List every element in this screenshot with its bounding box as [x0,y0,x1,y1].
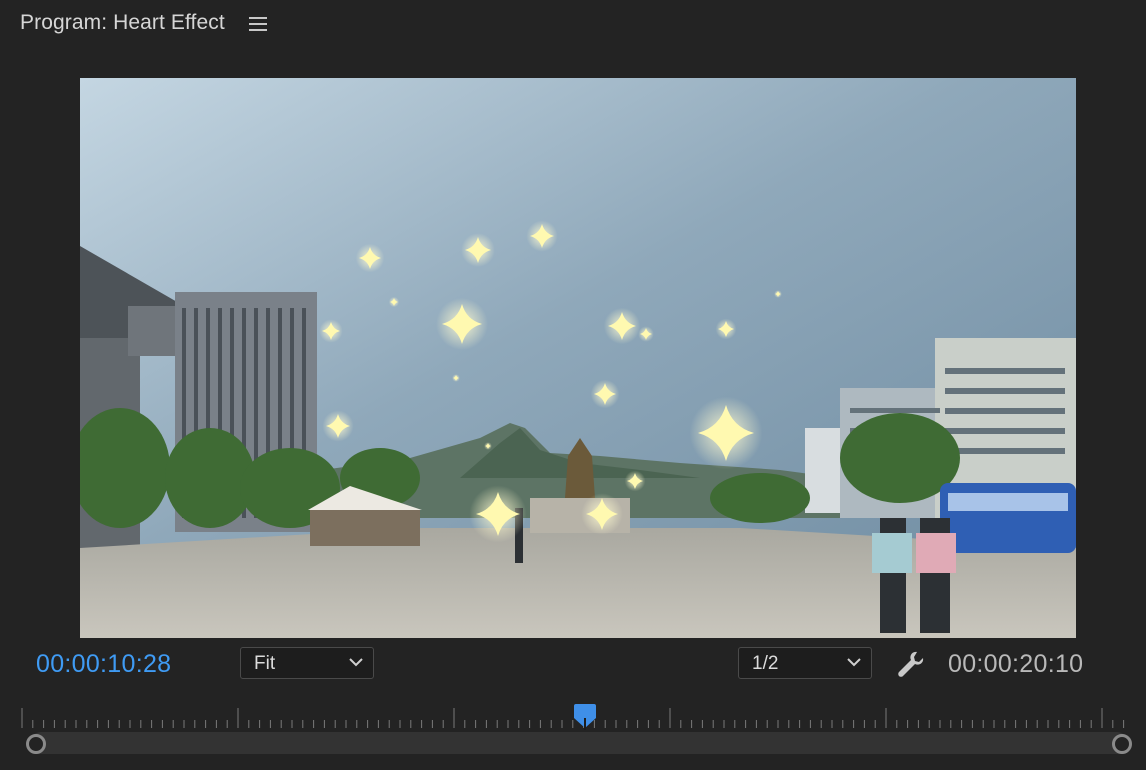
zoom-level-select[interactable]: Fit [240,647,374,679]
scrollbar-left-handle[interactable] [26,734,46,754]
wrench-icon[interactable] [895,649,925,679]
chevron-down-icon [847,658,861,667]
sparkle-icon [355,243,385,273]
playback-resolution-value: 1/2 [752,653,779,674]
sparkle-icon [638,326,654,342]
sparkle-icon [452,374,460,382]
current-timecode[interactable]: 00:00:10:28 [36,650,171,679]
sparkle-icon [590,379,620,409]
duration-timecode: 00:00:20:10 [948,650,1084,678]
time-ruler[interactable] [0,700,1146,770]
panel-title: Program: Heart Effect [20,11,225,34]
sparkle-icon [436,298,488,350]
sparkle-icon [388,296,400,308]
sparkle-icon [689,396,763,470]
scrollbar-right-handle[interactable] [1112,734,1132,754]
sparkle-icon [581,493,623,535]
sparkle-icon [603,307,641,345]
sparkle-icon [461,233,495,267]
chevron-down-icon [349,658,363,667]
sparkle-icon [484,442,492,450]
sparkle-icon [624,470,646,492]
playback-controls: 00:00:10:28 Fit 1/2 00:00:20:10 [0,640,1146,690]
sparkle-icon [715,318,737,340]
panel-header: Program: Heart Effect [0,0,1146,50]
sparkle-icon [319,319,343,343]
sparkle-icon [774,290,782,298]
sparkle-icon [322,410,354,442]
sparkle-icon [469,485,527,543]
zoom-scrollbar[interactable] [30,732,1128,754]
playback-resolution-select[interactable]: 1/2 [738,647,872,679]
program-monitor-viewer[interactable] [80,78,1076,638]
sparkle-overlay [319,220,782,543]
hamburger-icon[interactable] [249,17,267,33]
zoom-level-value: Fit [254,653,276,674]
playhead[interactable] [573,704,597,730]
sparkle-icon [526,220,558,252]
